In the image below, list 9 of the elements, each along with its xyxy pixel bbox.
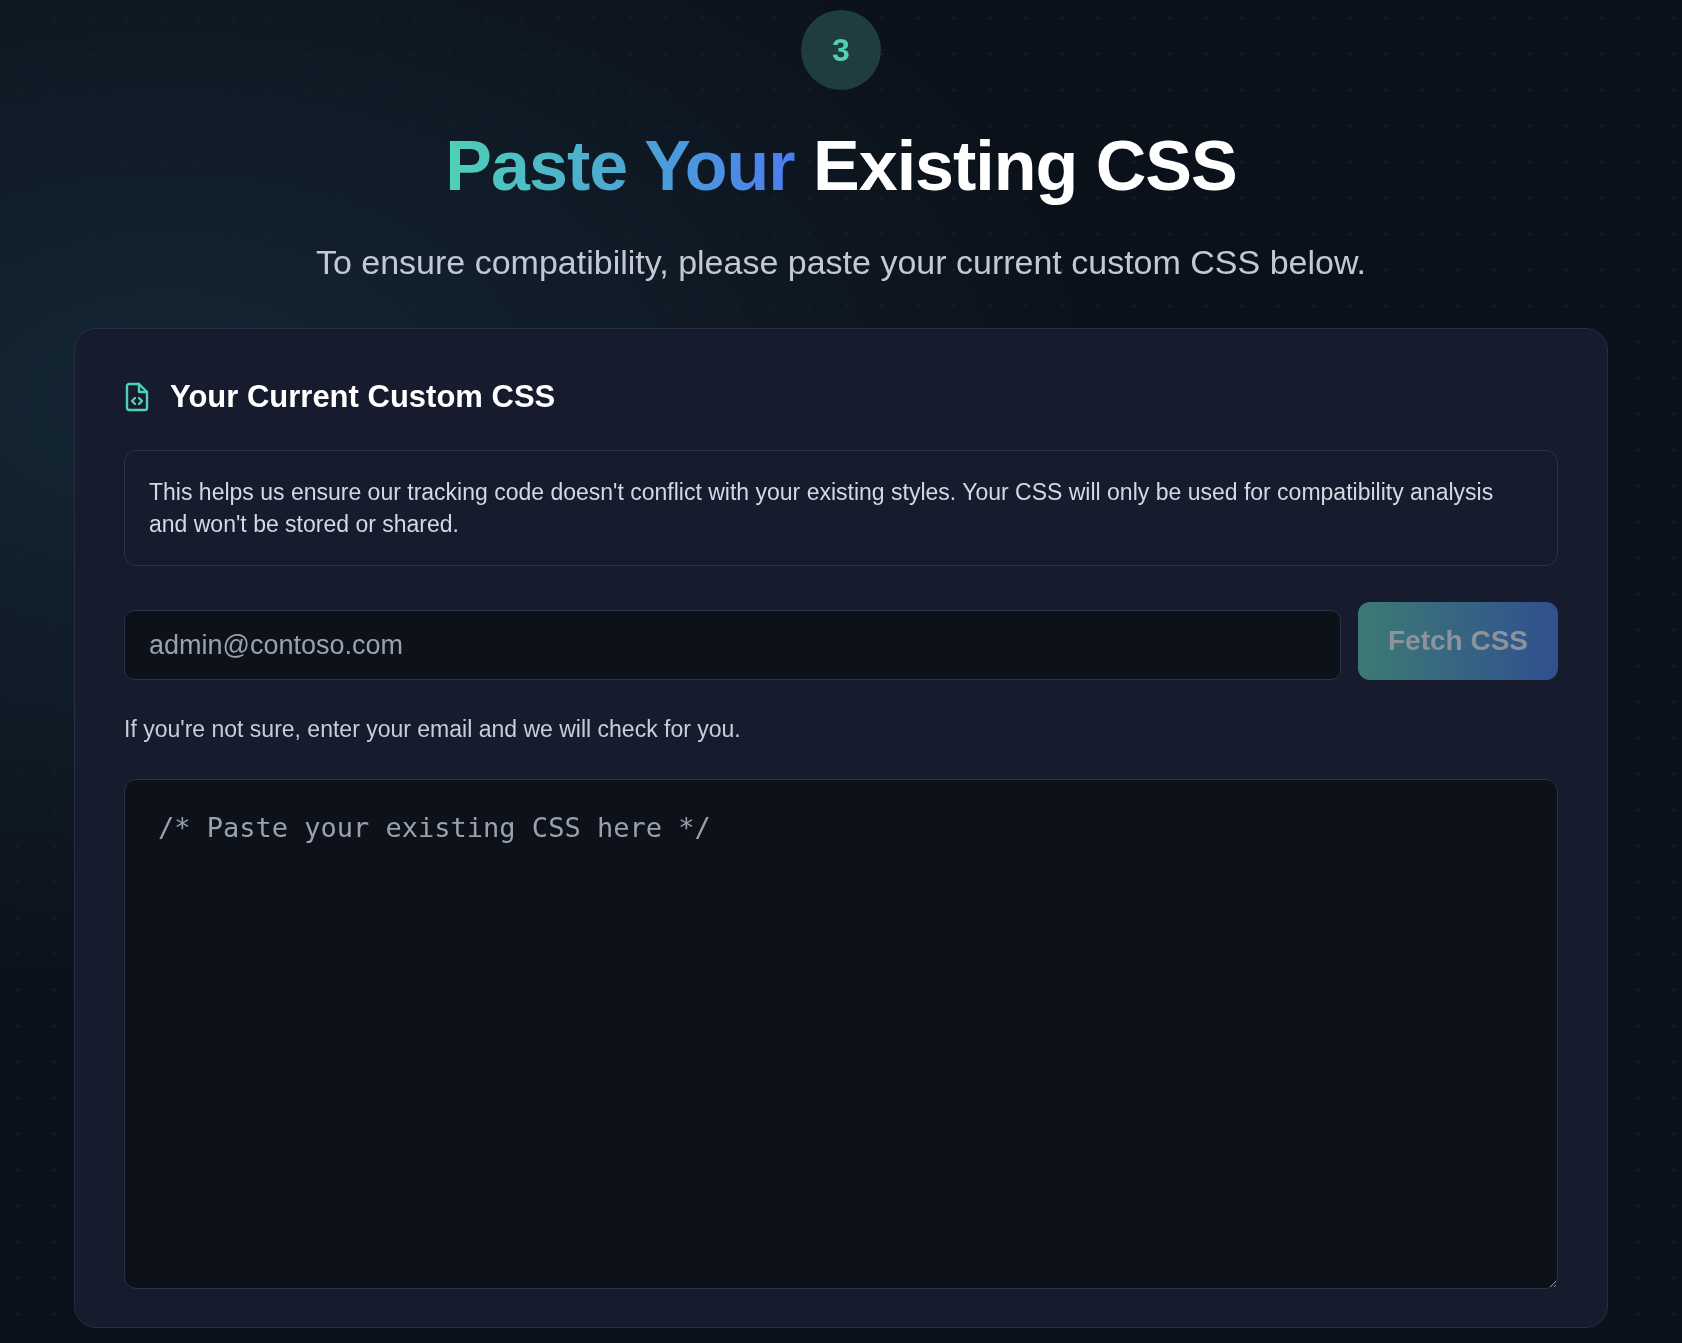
card-heading: Your Current Custom CSS [170, 379, 556, 415]
page-title: Paste Your Existing CSS [445, 128, 1237, 205]
email-field[interactable]: admin@contoso.com [124, 610, 1341, 680]
subtitle-text: To ensure compatibility, please paste your current custom CSS below. [315, 243, 1367, 282]
step-number-badge: 3 [801, 10, 881, 90]
css-editor-field[interactable]: /* Paste your existing CSS here */ [124, 779, 1558, 1289]
info-notice: This helps us ensure our tracking code doesn't conflict with your existing styles. Your CSS will only be used for compatibility analysis and won't be stored or shared. [124, 450, 1558, 566]
hint-text: If you're not sure, enter your email and we will check for you. [124, 716, 742, 743]
code-file-icon [124, 382, 150, 412]
